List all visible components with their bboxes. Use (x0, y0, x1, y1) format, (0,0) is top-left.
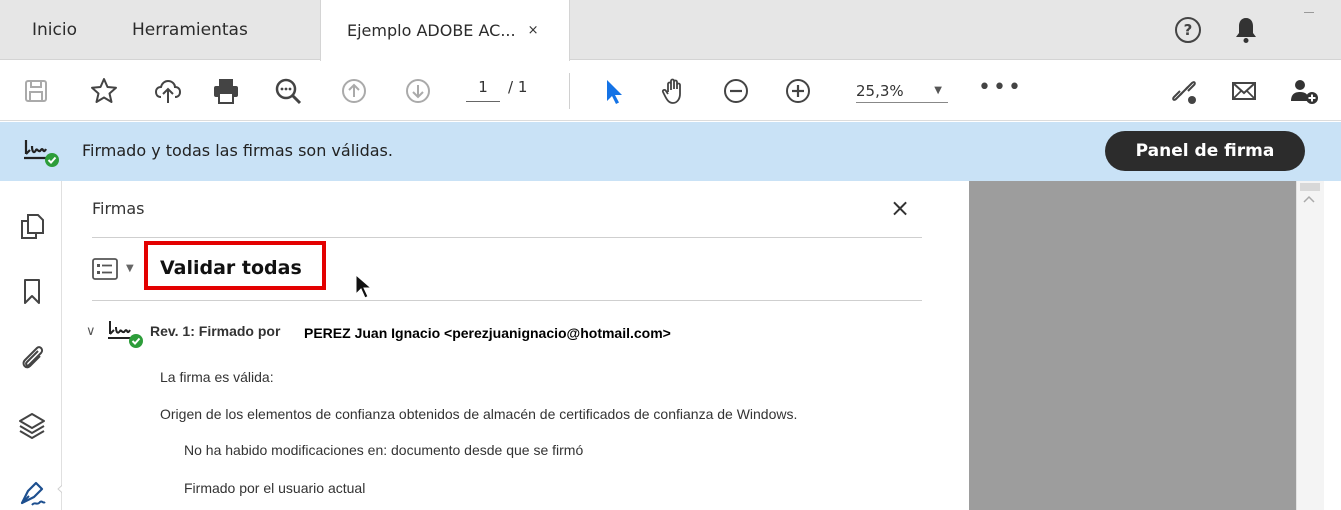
pages-icon[interactable] (18, 211, 46, 239)
page-down-icon[interactable] (402, 75, 434, 107)
attachment-icon[interactable] (18, 343, 46, 371)
panel-divider (92, 237, 922, 238)
signature-detail: La firma es válida: (160, 369, 274, 385)
options-icon[interactable] (92, 258, 118, 280)
signature-status-text: Firmado y todas las firmas son válidas. (82, 141, 393, 160)
toolbar-separator (569, 73, 570, 109)
valid-signature-icon (24, 140, 59, 167)
vertical-scrollbar[interactable] (1296, 181, 1324, 510)
validate-all-button[interactable]: Validar todas (160, 257, 302, 279)
signature-detail: No ha habido modificaciones en: document… (184, 442, 584, 458)
document-canvas[interactable] (969, 181, 1296, 510)
page-total: / 1 (508, 78, 528, 96)
page-up-icon[interactable] (338, 75, 370, 107)
cloud-upload-icon[interactable] (152, 75, 184, 107)
chevron-down-icon: ▼ (934, 85, 942, 96)
toolbar: 1 / 1 25,3% ▼ ••• (0, 61, 1341, 121)
options-caret-icon[interactable]: ▼ (126, 263, 134, 274)
print-icon[interactable] (210, 75, 242, 107)
scrollbar-thumb[interactable] (1300, 183, 1320, 191)
window-minimize-mark[interactable] (1304, 12, 1314, 13)
tab-document[interactable]: Ejemplo ADOBE AC... × (320, 0, 570, 61)
bell-icon[interactable] (1234, 16, 1258, 44)
save-icon[interactable] (20, 75, 52, 107)
find-icon[interactable] (272, 75, 304, 107)
panel-title: Firmas (92, 199, 145, 218)
email-icon[interactable] (1228, 75, 1260, 107)
add-user-icon[interactable] (1288, 75, 1320, 107)
chevron-down-icon[interactable]: ∨ (86, 324, 96, 339)
close-icon[interactable]: × (890, 194, 910, 222)
fountain-pen-icon[interactable] (18, 479, 46, 507)
zoom-in-icon[interactable] (782, 75, 814, 107)
layers-icon[interactable] (18, 411, 46, 439)
mouse-cursor-icon (355, 274, 372, 299)
zoom-select[interactable]: 25,3% ▼ (856, 79, 948, 103)
valid-signature-icon (108, 321, 143, 348)
left-navigation-rail (0, 181, 62, 510)
tab-document-label: Ejemplo ADOBE AC... (347, 21, 516, 40)
tab-bar: Inicio Herramientas Ejemplo ADOBE AC... … (0, 0, 1341, 61)
signature-detail: Firmado por el usuario actual (184, 480, 366, 496)
select-pointer-icon[interactable] (598, 75, 630, 107)
signer-name: PEREZ Juan Ignacio <perezjuanignacio@hot… (300, 323, 675, 343)
signature-panel-button[interactable]: Panel de firma (1105, 131, 1305, 171)
tab-home[interactable]: Inicio (32, 0, 77, 60)
more-tools-icon[interactable]: ••• (978, 75, 1023, 100)
zoom-out-icon[interactable] (720, 75, 752, 107)
star-icon[interactable] (88, 75, 120, 107)
scroll-up-icon[interactable] (1302, 194, 1316, 204)
hand-icon[interactable] (658, 75, 690, 107)
page-number-input[interactable]: 1 (466, 78, 500, 102)
signature-detail: Origen de los elementos de confianza obt… (160, 406, 798, 422)
help-icon[interactable]: ? (1175, 17, 1201, 43)
signatures-panel: Firmas × ▼ Validar todas ∨ Rev. 1: Firma… (62, 181, 942, 510)
panel-divider (92, 300, 922, 301)
tab-tools[interactable]: Herramientas (132, 0, 248, 60)
bookmark-icon[interactable] (18, 277, 46, 305)
tab-close-icon[interactable]: × (528, 23, 539, 38)
share-link-icon[interactable] (1168, 75, 1200, 107)
zoom-value: 25,3% (856, 81, 904, 100)
revision-label: Rev. 1: Firmado por (150, 323, 281, 339)
